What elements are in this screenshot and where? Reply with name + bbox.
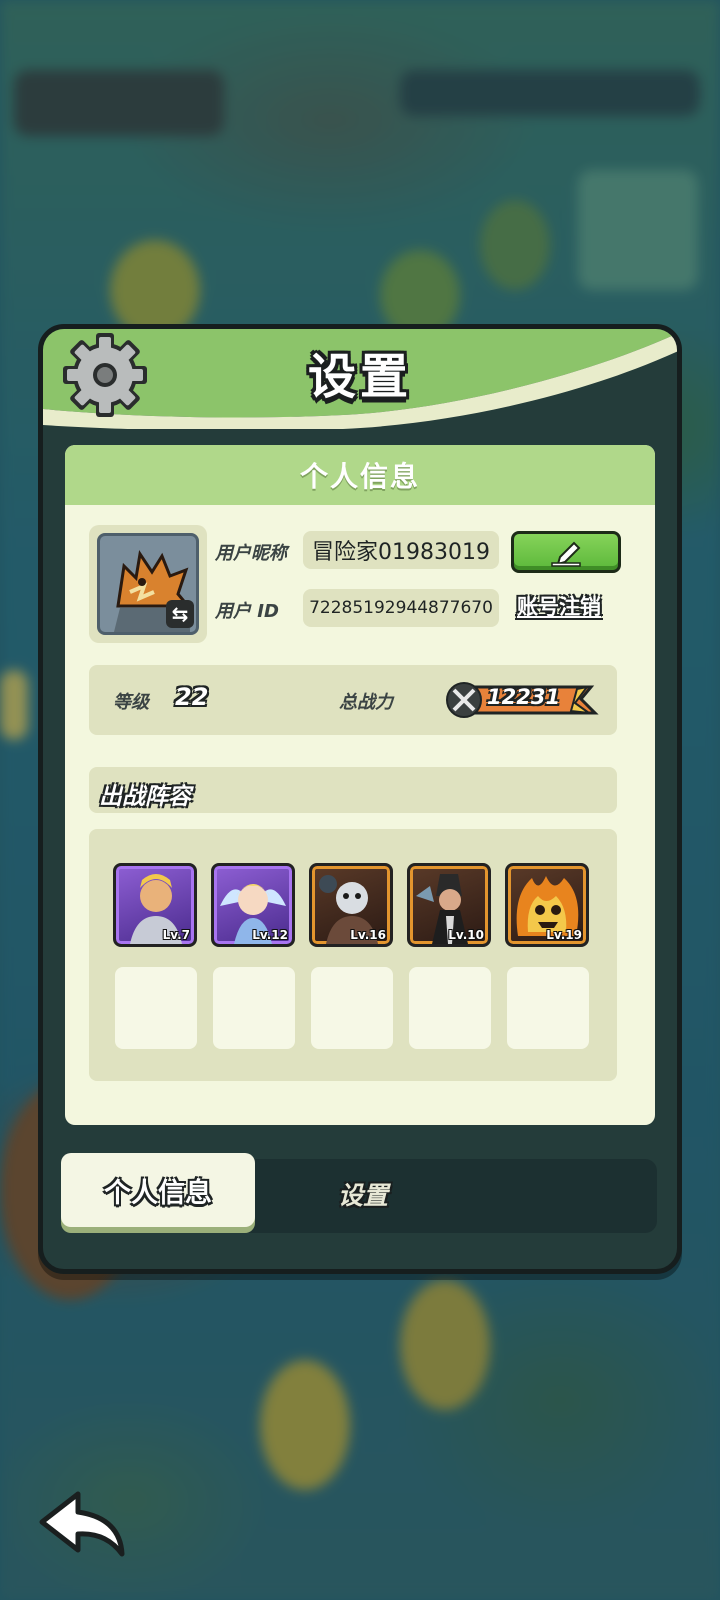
tab-settings-label: 设置 <box>337 1181 388 1210</box>
tab-settings[interactable]: 设置 <box>293 1171 433 1217</box>
tab-personal-info-label: 个人信息 <box>104 1177 212 1209</box>
hero-card[interactable]: Lv.10 <box>407 863 491 947</box>
card-header-title: 个人信息 <box>299 460 420 493</box>
dialog-header: 设置 <box>43 329 677 429</box>
user-id-label: 用户 ID <box>215 601 279 622</box>
hero-card[interactable]: Lv.19 <box>505 863 589 947</box>
nickname-value: 冒险家01983019 <box>303 531 499 569</box>
empty-hero-slot[interactable] <box>213 967 295 1049</box>
avatar-image: ⇆ <box>97 533 199 635</box>
edit-nickname-button[interactable] <box>511 531 621 573</box>
cancel-account-link[interactable]: 账号注销 <box>517 591 601 621</box>
hero-card[interactable]: Lv.12 <box>211 863 295 947</box>
nickname-label: 用户昵称 <box>215 543 287 564</box>
power-value: 12231 <box>487 685 561 709</box>
stats-row: 等级 22 总战力 12231 <box>89 665 617 735</box>
hero-level: Lv.12 <box>252 928 288 942</box>
lineup-title-row: 出战阵容 <box>89 767 617 813</box>
empty-hero-slot[interactable] <box>115 967 197 1049</box>
settings-dialog: 设置 个人信息 ⇆ 用户昵称 冒险家01983019 用户 ID 7228519… <box>38 324 682 1274</box>
hero-level: Lv.19 <box>546 928 582 942</box>
hero-level: Lv.16 <box>350 928 386 942</box>
lineup-title: 出战阵容 <box>99 784 191 810</box>
level-value: 22 <box>175 683 209 711</box>
swap-avatar-icon[interactable]: ⇆ <box>166 600 194 628</box>
user-id-value: 72285192944877670 <box>303 589 499 627</box>
back-arrow-icon <box>39 1491 125 1557</box>
level-label: 等级 <box>113 692 149 713</box>
tab-personal-info[interactable]: 个人信息 <box>61 1153 255 1227</box>
hero-level: Lv.7 <box>162 928 190 942</box>
power-label: 总战力 <box>339 692 393 713</box>
dialog-title: 设置 <box>307 349 412 405</box>
hero-level: Lv.10 <box>448 928 484 942</box>
empty-hero-slot[interactable] <box>507 967 589 1049</box>
pencil-icon <box>551 541 581 567</box>
lineup-box: Lv.7 Lv.12 Lv.16 Lv.10 Lv.19 <box>89 829 617 1081</box>
card-header: 个人信息 <box>65 445 655 505</box>
hero-card[interactable]: Lv.7 <box>113 863 197 947</box>
personal-info-card: 个人信息 ⇆ 用户昵称 冒险家01983019 用户 ID 7228519294 <box>65 445 655 1125</box>
avatar[interactable]: ⇆ <box>89 525 207 643</box>
hero-card[interactable]: Lv.16 <box>309 863 393 947</box>
empty-hero-slot[interactable] <box>311 967 393 1049</box>
empty-hero-slot[interactable] <box>409 967 491 1049</box>
back-button[interactable] <box>36 1488 132 1560</box>
